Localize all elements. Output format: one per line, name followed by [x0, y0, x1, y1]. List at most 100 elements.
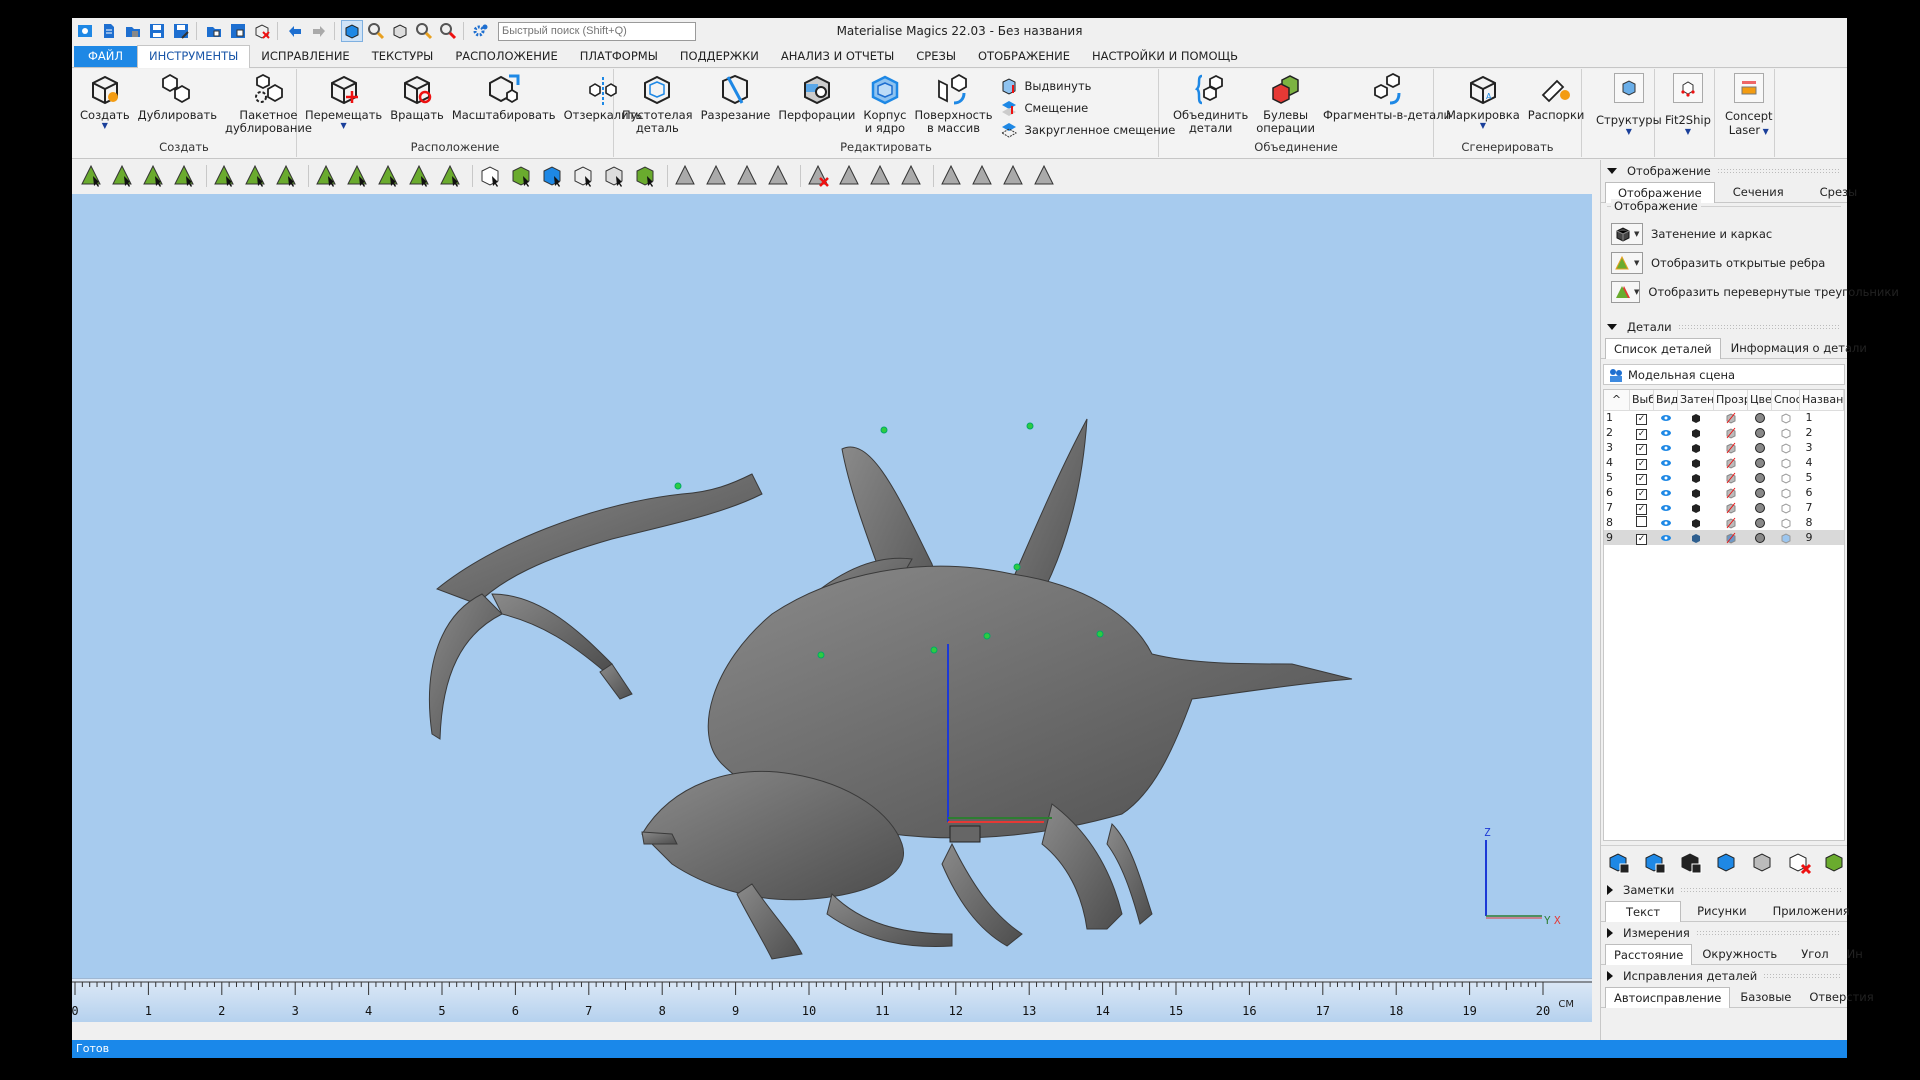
- section-notes-header[interactable]: Заметки: [1601, 879, 1847, 901]
- transparency-icon[interactable]: [1714, 500, 1748, 515]
- part-name[interactable]: 8: [1800, 515, 1844, 530]
- quick-search-input[interactable]: [498, 21, 696, 41]
- part-name[interactable]: 5: [1800, 470, 1844, 485]
- visible-eye-icon[interactable]: [1654, 455, 1678, 470]
- mark-curve-icon[interactable]: [273, 163, 299, 189]
- tab-supports[interactable]: ПОДДЕРЖКИ: [669, 46, 770, 67]
- part-name[interactable]: 1: [1800, 410, 1844, 425]
- concept-laser-button[interactable]: Concept Laser ▼: [1719, 73, 1779, 137]
- select-shell-icon[interactable]: [508, 163, 534, 189]
- tab-textures[interactable]: ТЕКСТУРЫ: [361, 46, 445, 67]
- scale-button[interactable]: Масштабировать: [448, 73, 560, 122]
- transparency-icon[interactable]: [1714, 470, 1748, 485]
- select-checkbox[interactable]: ✓: [1630, 485, 1654, 500]
- copy-marked-icon[interactable]: [867, 163, 893, 189]
- part-name[interactable]: 3: [1800, 440, 1844, 455]
- mark-flipped-icon[interactable]: [1000, 163, 1026, 189]
- part-name[interactable]: 7: [1800, 500, 1844, 515]
- tab-autofix[interactable]: Автоисправление: [1605, 987, 1731, 1008]
- display-option-open-edges[interactable]: ▼ Отобразить открытые ребра: [1607, 248, 1841, 277]
- color-icon[interactable]: [1748, 515, 1772, 530]
- offset-button[interactable]: Смещение: [1000, 97, 1175, 119]
- extend-mark-icon[interactable]: [703, 163, 729, 189]
- transparency-icon[interactable]: [1714, 410, 1748, 425]
- col-name[interactable]: Название: [1799, 390, 1844, 411]
- part-row[interactable]: 1 ✓ 1: [1604, 410, 1844, 425]
- part-row[interactable]: 6 ✓ 6: [1604, 485, 1844, 500]
- tab-slices[interactable]: СРЕЗЫ: [905, 46, 967, 67]
- section-display-header[interactable]: Отображение: [1601, 160, 1847, 182]
- mode-icon[interactable]: [1772, 425, 1800, 440]
- tab-view[interactable]: ОТОБРАЖЕНИЕ: [967, 46, 1081, 67]
- mode-icon[interactable]: [1772, 455, 1800, 470]
- visible-eye-icon[interactable]: [1654, 515, 1678, 530]
- duplicate-button[interactable]: Дублировать: [134, 73, 221, 122]
- color-icon[interactable]: [1748, 485, 1772, 500]
- shading-icon[interactable]: [1677, 530, 1714, 545]
- save-as-icon[interactable]: [170, 20, 192, 42]
- rotate-button[interactable]: Вращать: [386, 73, 448, 122]
- display-option-shaded[interactable]: ▼ Затенение и каркас: [1607, 219, 1841, 248]
- shading-icon[interactable]: [1678, 470, 1714, 485]
- visible-eye-icon[interactable]: [1654, 470, 1678, 485]
- shading-icon[interactable]: [1678, 485, 1714, 500]
- col-select[interactable]: Выбор: [1629, 390, 1654, 411]
- color-icon[interactable]: [1748, 500, 1772, 515]
- part-row[interactable]: 4 ✓ 4: [1604, 455, 1844, 470]
- shading-icon[interactable]: [1678, 425, 1714, 440]
- mark-window-icon[interactable]: [313, 163, 339, 189]
- delete-parts-icon[interactable]: [1787, 850, 1813, 876]
- mark-triangle-icon[interactable]: [78, 163, 104, 189]
- select-checkbox[interactable]: ✓: [1630, 440, 1654, 455]
- tab-fix[interactable]: ИСПРАВЛЕНИЕ: [250, 46, 360, 67]
- tab-angle[interactable]: Угол: [1787, 944, 1842, 964]
- select-mode-icon[interactable]: [341, 20, 363, 42]
- mark-bad-icon[interactable]: [938, 163, 964, 189]
- undo-icon[interactable]: [284, 20, 306, 42]
- mode-icon[interactable]: [1772, 500, 1800, 515]
- move-button[interactable]: Перемещать ▼: [301, 73, 386, 130]
- 3d-viewport[interactable]: Z Y X СМ 0 1 2 3 4 5 6 7 8 9 10 11 12 13 14 15 16 17 18 19 2…: [72, 194, 1592, 1022]
- color-icon[interactable]: [1748, 455, 1772, 470]
- panel-splitter[interactable]: [1592, 194, 1600, 1022]
- part-name[interactable]: 4: [1800, 455, 1844, 470]
- visible-eye-icon[interactable]: [1654, 410, 1678, 425]
- color-icon[interactable]: [1748, 470, 1772, 485]
- section-details-header[interactable]: Детали: [1601, 316, 1847, 338]
- select-visible-parts-icon[interactable]: [1643, 850, 1669, 876]
- mark-noise-icon[interactable]: [969, 163, 995, 189]
- tab-tools[interactable]: ИНСТРУМЕНТЫ: [137, 45, 251, 68]
- save-icon[interactable]: [146, 20, 168, 42]
- color-parts-icon[interactable]: [1823, 850, 1849, 876]
- transparency-icon[interactable]: [1714, 425, 1748, 440]
- unmark-all-icon[interactable]: [836, 163, 862, 189]
- mode-icon[interactable]: [1771, 530, 1800, 545]
- shading-icon[interactable]: [1678, 515, 1714, 530]
- tab-position[interactable]: РАСПОЛОЖЕНИЕ: [444, 46, 568, 67]
- shell-core-button[interactable]: Корпус и ядро: [859, 73, 910, 135]
- part-row[interactable]: 5 ✓ 5: [1604, 470, 1844, 485]
- tab-circle[interactable]: Окружность: [1692, 944, 1787, 964]
- fit2ship-button[interactable]: Fit2Ship ▼: [1659, 73, 1717, 136]
- model-scene-selector[interactable]: Модельная сцена: [1603, 364, 1845, 385]
- grow-mark-icon[interactable]: [734, 163, 760, 189]
- col-mode[interactable]: Способ: [1771, 390, 1800, 411]
- tab-settings-help[interactable]: НАСТРОЙКИ И ПОМОЩЬ: [1081, 46, 1249, 67]
- tab-images[interactable]: Рисунки: [1681, 901, 1762, 921]
- invert-selection-icon[interactable]: [1679, 850, 1705, 876]
- expand-mark-icon[interactable]: [765, 163, 791, 189]
- tab-part-info[interactable]: Информация о детали: [1721, 338, 1877, 358]
- part-row[interactable]: 2 ✓ 2: [1604, 425, 1844, 440]
- mark-plane-icon[interactable]: [109, 163, 135, 189]
- hide-parts-icon[interactable]: [1751, 850, 1777, 876]
- tab-text[interactable]: Текст: [1605, 901, 1682, 922]
- col-sort[interactable]: ^: [1604, 390, 1630, 411]
- select-checkbox[interactable]: ✓: [1629, 530, 1654, 545]
- unmark-triangle-icon[interactable]: [672, 163, 698, 189]
- tab-more[interactable]: Ин: [1843, 944, 1867, 964]
- part-row[interactable]: 7 ✓ 7: [1604, 500, 1844, 515]
- select-checkbox[interactable]: [1630, 515, 1654, 530]
- transparency-icon[interactable]: [1714, 515, 1748, 530]
- part-name[interactable]: 9: [1799, 530, 1844, 545]
- display-option-flipped[interactable]: ▼ Отобразить перевернутые треугольники: [1607, 277, 1899, 306]
